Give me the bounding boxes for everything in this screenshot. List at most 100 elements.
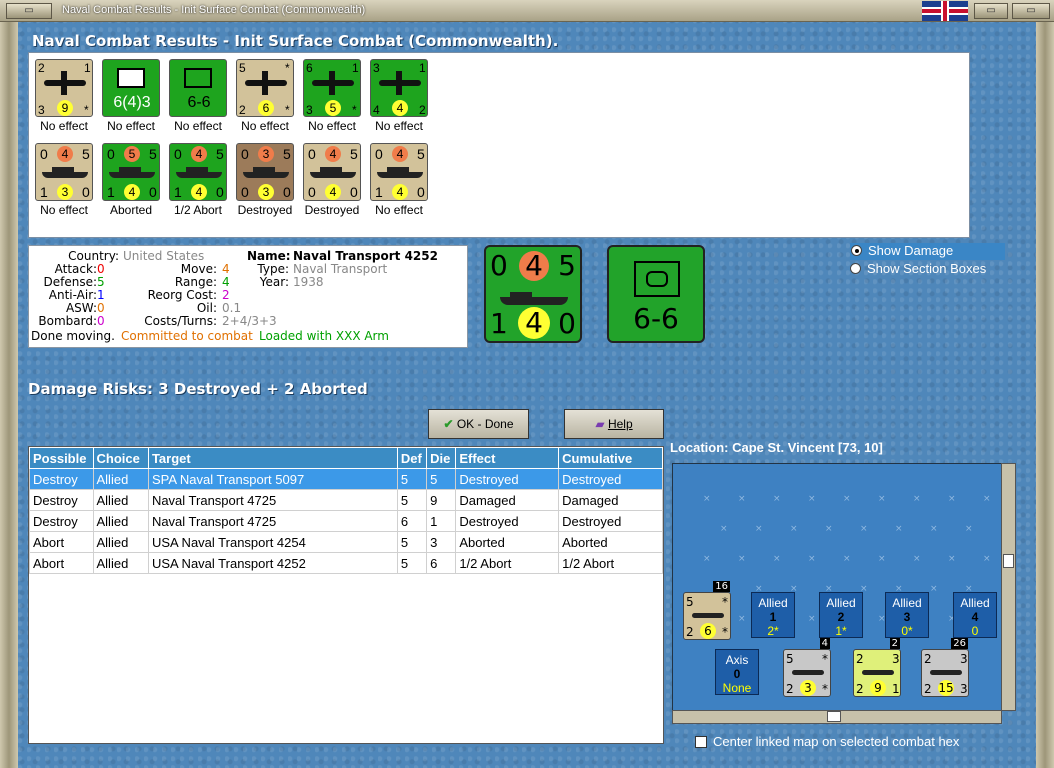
axis-section-box[interactable]: Axis 0 None [715, 649, 759, 695]
table-cell: Destroy [29, 489, 94, 511]
result-item[interactable]: 0 5 1 0 4 3 No effect [32, 143, 96, 217]
counter-br: 3 [960, 682, 968, 696]
table-cell: Destroyed [455, 510, 560, 532]
result-item[interactable]: 5 * 2 * 6 No effect [233, 59, 297, 133]
column-header[interactable]: Possible [29, 447, 94, 469]
unit-counter[interactable]: 6-6 [169, 59, 227, 117]
map-unit-counter[interactable]: 2 2 3 2 19 [853, 638, 901, 697]
allied-section-box[interactable]: Allied 3 0* [885, 592, 929, 638]
result-item[interactable]: 6-6 No effect [166, 59, 230, 133]
result-item[interactable]: 0 5 0 0 3 3 Destroyed [233, 143, 297, 217]
result-label: No effect [308, 119, 356, 133]
table-cell: Abort [29, 552, 94, 574]
show-damage-option[interactable]: Show Damage [850, 243, 1005, 260]
map-unit-counter[interactable]: 4 5 * 2 * 3 [783, 638, 831, 697]
show-boxes-radio[interactable] [850, 263, 861, 274]
show-boxes-option[interactable]: Show Section Boxes [850, 261, 986, 276]
map-vertical-scrollbar[interactable] [1001, 463, 1016, 711]
result-item[interactable]: 0 5 1 0 4 4 No effect [367, 143, 431, 217]
counter-bl: 4 [373, 103, 380, 117]
result-label: No effect [375, 203, 423, 217]
result-item[interactable]: 0 5 1 0 4 4 1/2 Abort [166, 143, 230, 217]
show-damage-radio[interactable] [851, 245, 862, 256]
table-cell: Allied [92, 510, 149, 532]
column-header[interactable]: Def [396, 447, 428, 469]
column-header[interactable]: Die [426, 447, 457, 469]
table-cell: 5 [396, 552, 428, 574]
allied-section-box[interactable]: Allied 2 1* [819, 592, 863, 638]
selected-unit-counter[interactable]: 0 4 5 1 4 0 [484, 245, 582, 343]
unit-counter[interactable]: 2 1 3 * 9 [35, 59, 93, 117]
column-header[interactable]: Effect [455, 447, 560, 469]
counter-tr: 5 [417, 146, 425, 162]
unit-counter[interactable]: 6 1 3 * 5 [303, 59, 361, 117]
window-menu-button[interactable]: ▭ [6, 3, 52, 19]
big-bl: 1 [490, 307, 508, 340]
map-horizontal-scrollbar[interactable] [672, 710, 1002, 724]
result-item[interactable]: 2 1 3 * 9 No effect [32, 59, 96, 133]
map-unit-counter[interactable]: 16 5 * 2 * 6 [683, 581, 731, 640]
counter-br: 0 [283, 184, 291, 200]
result-item[interactable]: 0 5 0 0 4 4 Destroyed [300, 143, 364, 217]
table-row[interactable]: Destroy Allied SPA Naval Transport 5097 5 5 D… [29, 468, 663, 490]
column-header[interactable]: Target [147, 447, 398, 469]
unit-counter[interactable]: 31424 [370, 59, 428, 117]
ship-counter[interactable]: 051044 [169, 143, 227, 201]
section-value: 0* [901, 624, 913, 638]
table-row[interactable]: Abort Allied USA Naval Transport 4252 5 6 1/2… [29, 552, 663, 574]
unit-counter[interactable]: 6(4)3 [102, 59, 160, 117]
map-hscroll-thumb[interactable] [827, 711, 841, 722]
section-value: 2* [767, 624, 779, 638]
counter-top: 3 [258, 146, 274, 162]
center-map-checkbox[interactable] [695, 736, 707, 748]
map-unit-counter[interactable]: 26 2 3 2 3 15 [921, 638, 969, 697]
counter-tr: 5 [216, 146, 224, 162]
ship-counter[interactable]: 051043 [35, 143, 93, 201]
table-cell: Allied [92, 468, 149, 490]
result-item[interactable]: 3 1 4 2 4 No effect [367, 59, 431, 133]
restore-button[interactable]: ▭ [974, 3, 1008, 19]
map-vscroll-thumb[interactable] [1003, 554, 1014, 568]
result-item[interactable]: 6(4)3 No effect [99, 59, 163, 133]
counter-circle: 6 [258, 100, 274, 116]
result-label: No effect [107, 119, 155, 133]
ship-counter[interactable]: 050033 [236, 143, 294, 201]
counter-br: * [722, 625, 728, 639]
counter-tl: 2 [924, 652, 932, 666]
counter-circle: 4 [124, 184, 140, 200]
ship-counter[interactable]: 050044 [303, 143, 361, 201]
unit-counter[interactable]: 5 * 2 * 6 [236, 59, 294, 117]
center-map-option[interactable]: Center linked map on selected combat hex [695, 734, 959, 749]
ship-icon [500, 292, 568, 305]
ship-counter[interactable]: 051054 [102, 143, 160, 201]
ok-done-button[interactable]: ✔ OK - Done [428, 409, 529, 439]
counter-tr: 3 [892, 652, 900, 666]
selected-unit-box[interactable]: 6-6 [607, 245, 705, 343]
counter-tl: 2 [38, 61, 45, 75]
result-item[interactable]: 0 5 1 0 5 4 Aborted [99, 143, 163, 217]
counter-value: 6-6 [187, 94, 211, 111]
table-row[interactable]: Destroy Allied Naval Transport 4725 6 1 Dest… [29, 510, 663, 532]
hex-map-view[interactable]: ××××××××××××××××××××××××××××××××××××××××… [672, 463, 1002, 711]
counter-circle: 9 [57, 100, 73, 116]
big-br: 0 [558, 307, 576, 340]
right-border [1036, 22, 1054, 768]
result-item[interactable]: 6 1 3 * 5 No effect [300, 59, 364, 133]
column-header[interactable]: Cumulative [558, 447, 663, 469]
table-cell: Destroy [29, 510, 94, 532]
allied-section-box[interactable]: Allied 4 0 [953, 592, 997, 638]
ship-icon [377, 167, 423, 178]
counter-top: 4 [57, 146, 73, 162]
section-label: Allied [826, 596, 856, 610]
ship-counter[interactable]: 051044 [370, 143, 428, 201]
allied-section-box[interactable]: Allied 1 2* [751, 592, 795, 638]
help-button[interactable]: ▰ Help [564, 409, 664, 439]
table-row[interactable]: Abort Allied USA Naval Transport 4254 5 3 Abo… [29, 531, 663, 553]
table-row[interactable]: Destroy Allied Naval Transport 4725 5 9 Dama… [29, 489, 663, 511]
counter-bl: 3 [38, 103, 45, 117]
close-button[interactable]: ▭ [1012, 3, 1050, 19]
unit-silhouette-icon [692, 613, 724, 618]
damage-risks: Damage Risks: 3 Destroyed + 2 Aborted [28, 380, 368, 398]
column-header[interactable]: Choice [92, 447, 149, 469]
bombard-value: 0 [97, 314, 105, 328]
